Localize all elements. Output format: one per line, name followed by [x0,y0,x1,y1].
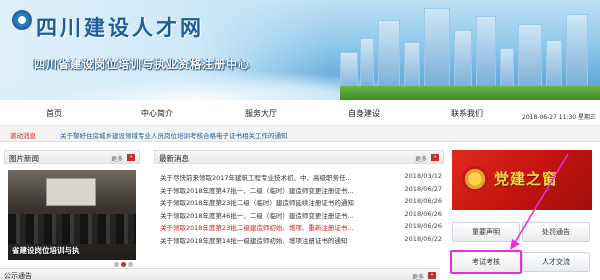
annotation-arrow-icon [510,153,569,250]
